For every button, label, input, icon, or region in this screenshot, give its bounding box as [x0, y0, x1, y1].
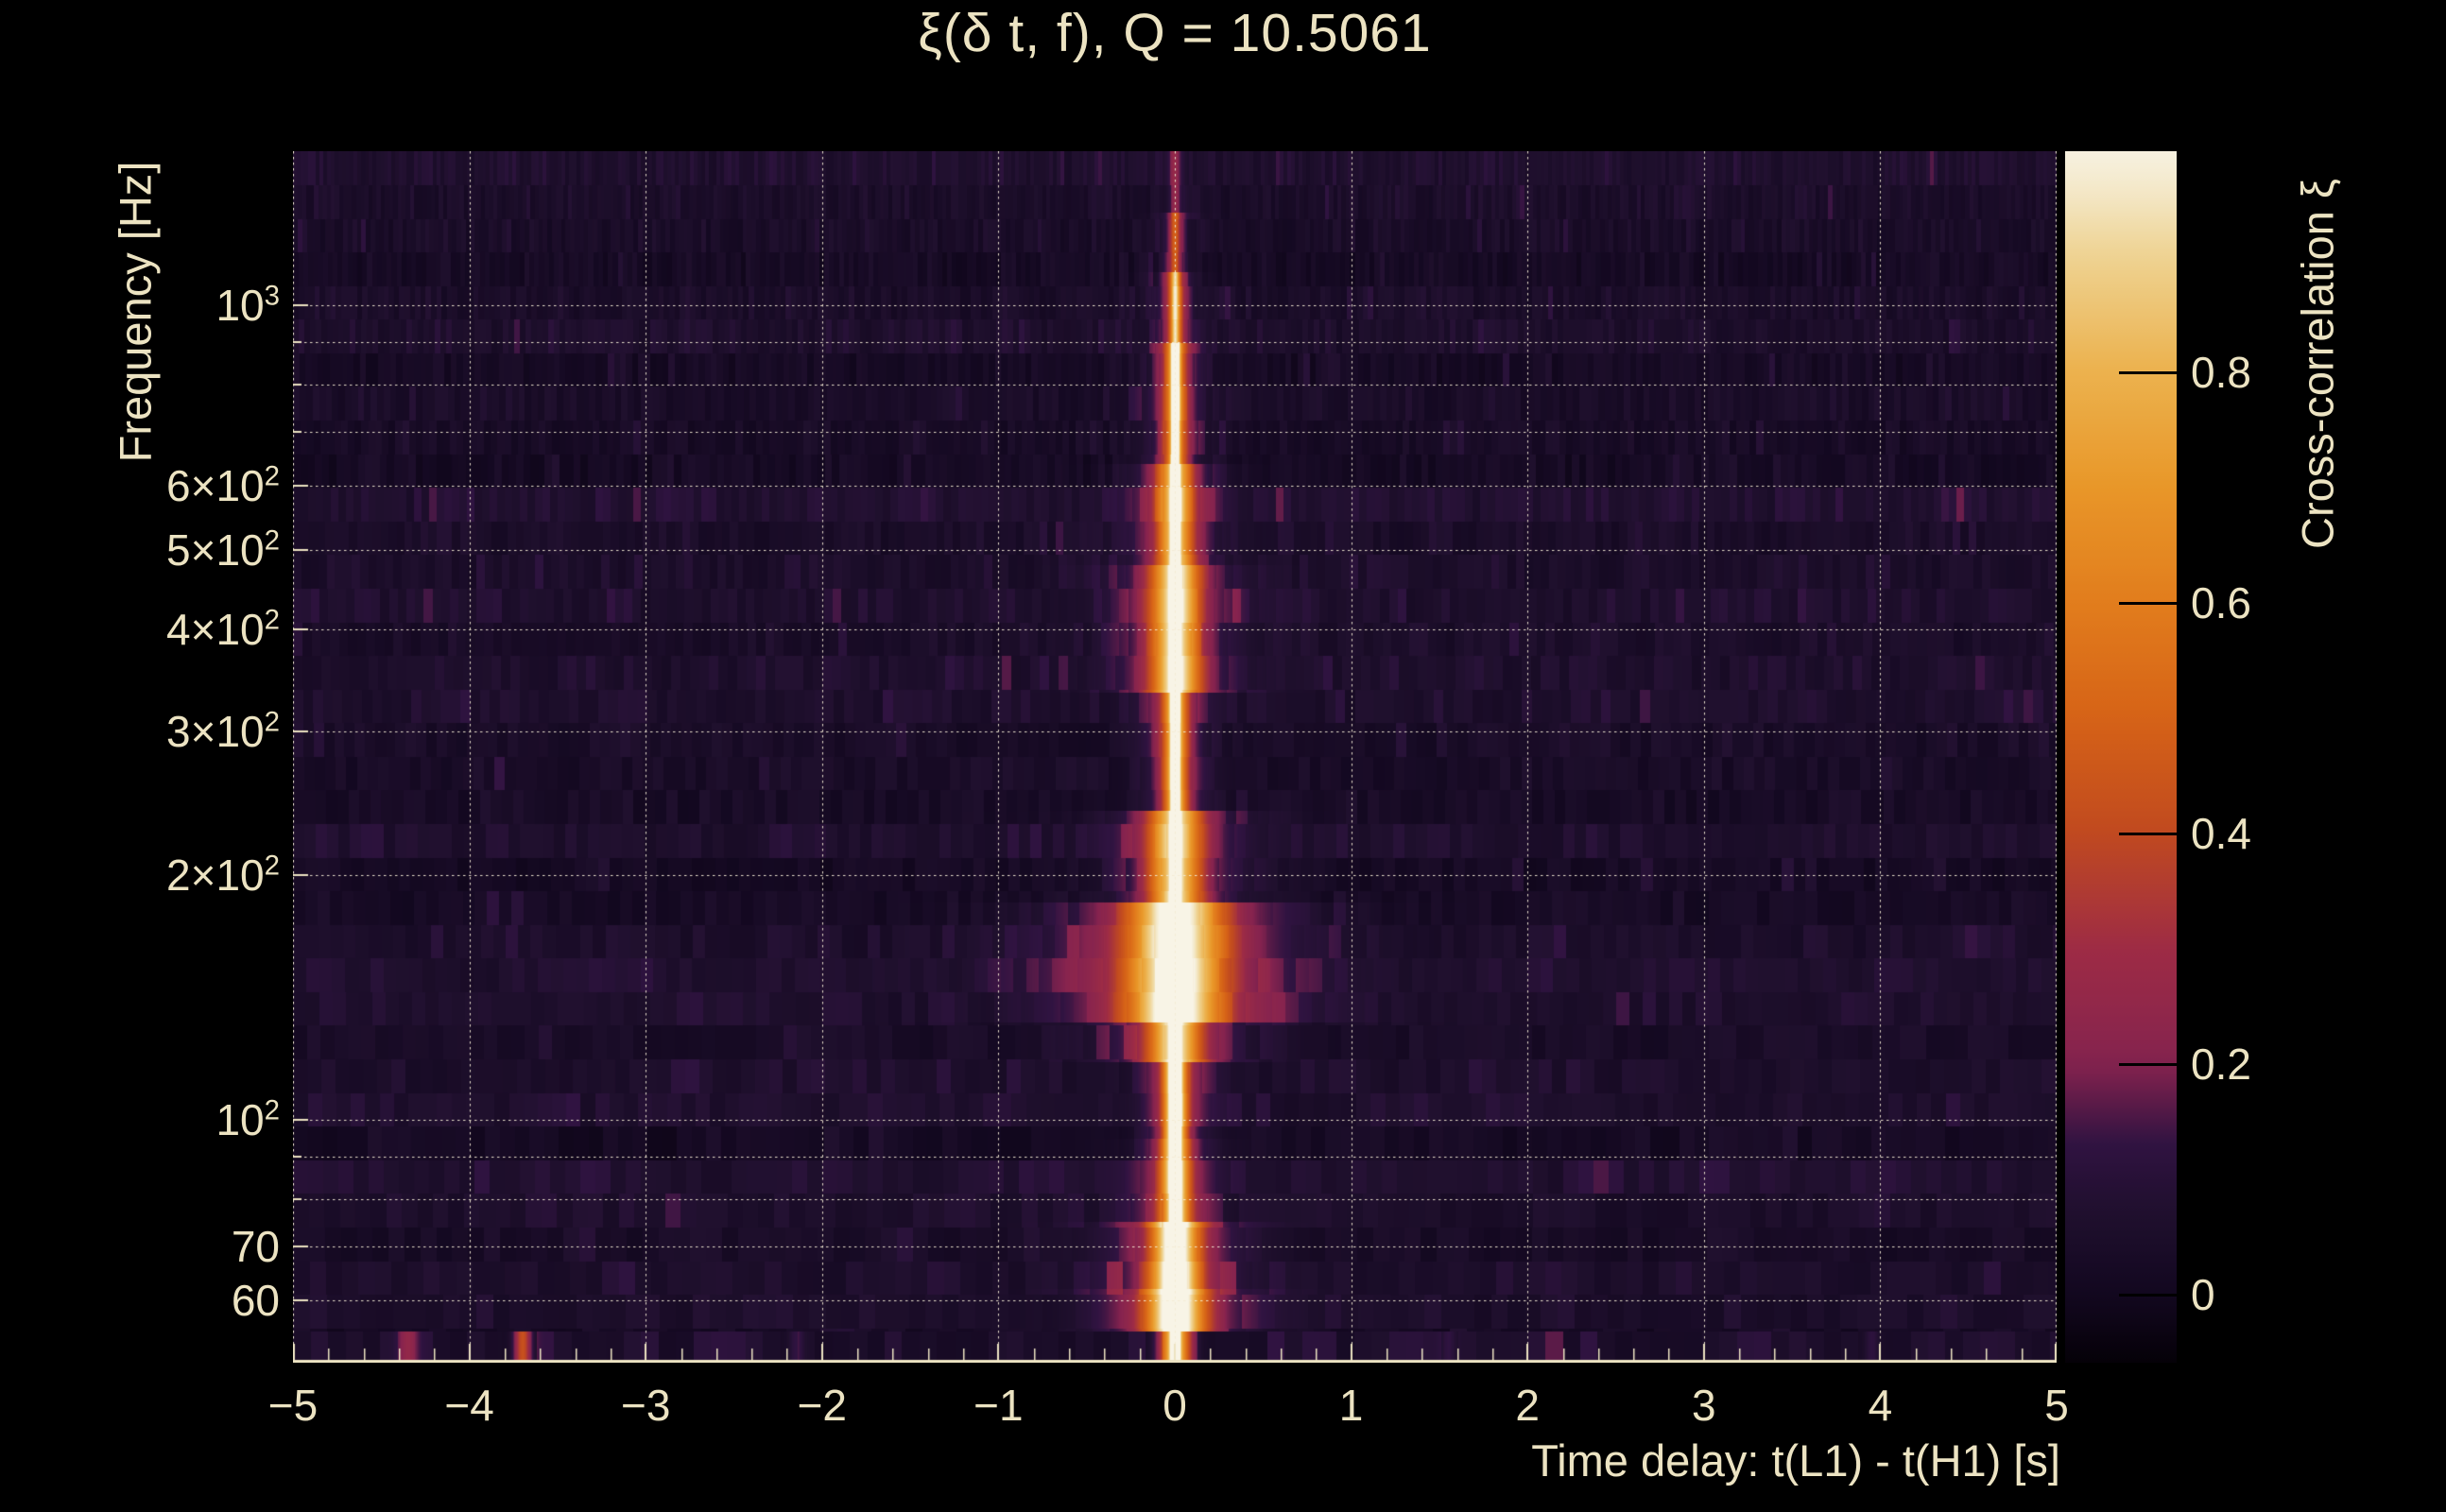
y-tick-label: 2×102: [166, 850, 280, 900]
colorbar-tick: [2119, 832, 2177, 835]
colorbar-title: Cross-correlation ξ: [2292, 179, 2343, 549]
colorbar-gradient: [2065, 151, 2177, 1363]
x-tick-label: 5: [2044, 1381, 2069, 1430]
colorbar-tick-label: 0.8: [2191, 348, 2251, 397]
x-tick-label: −5: [267, 1381, 319, 1430]
y-tick-label: 60: [231, 1276, 280, 1326]
y-tick-label: 6×102: [166, 460, 280, 511]
y-tick-label: 102: [215, 1094, 280, 1144]
colorbar-tick: [2119, 370, 2177, 374]
colorbar-tick-label: 0.2: [2191, 1040, 2251, 1089]
colorbar-tick-label: 0.6: [2191, 578, 2251, 627]
y-tick-label: 5×102: [166, 525, 280, 576]
x-tick-label: −2: [797, 1381, 848, 1430]
spectrogram-heatmap: [293, 151, 2057, 1363]
x-tick-label: 2: [1515, 1381, 1540, 1430]
colorbar-tick-label: 0: [2191, 1270, 2215, 1319]
y-axis-title: Frequency [Hz]: [110, 161, 161, 463]
x-tick-label: 3: [1692, 1381, 1716, 1430]
figure-root: ξ(δ t, f), Q = 10.5061 Frequency [Hz] 10…: [0, 0, 2446, 1512]
colorbar-tick: [2119, 1293, 2177, 1297]
y-tick-label: 3×102: [166, 706, 280, 756]
x-tick-label: −3: [620, 1381, 671, 1430]
x-tick-label: 1: [1338, 1381, 1364, 1430]
x-tick-label: 0: [1163, 1381, 1187, 1430]
y-tick-label: 4×102: [166, 604, 280, 655]
x-tick-label: −4: [444, 1381, 494, 1430]
plot-title: ξ(δ t, f), Q = 10.5061: [918, 3, 1432, 63]
colorbar-tick-label: 0.4: [2191, 809, 2251, 858]
x-tick-label: −1: [973, 1381, 1024, 1430]
x-axis-title: Time delay: t(L1) - t(H1) [s]: [1531, 1435, 2060, 1486]
y-tick-label: 103: [215, 280, 280, 330]
colorbar-tick: [2119, 1062, 2177, 1066]
x-tick-label: 4: [1868, 1381, 1893, 1430]
y-tick-label: 70: [231, 1221, 280, 1271]
colorbar-tick: [2119, 601, 2177, 605]
